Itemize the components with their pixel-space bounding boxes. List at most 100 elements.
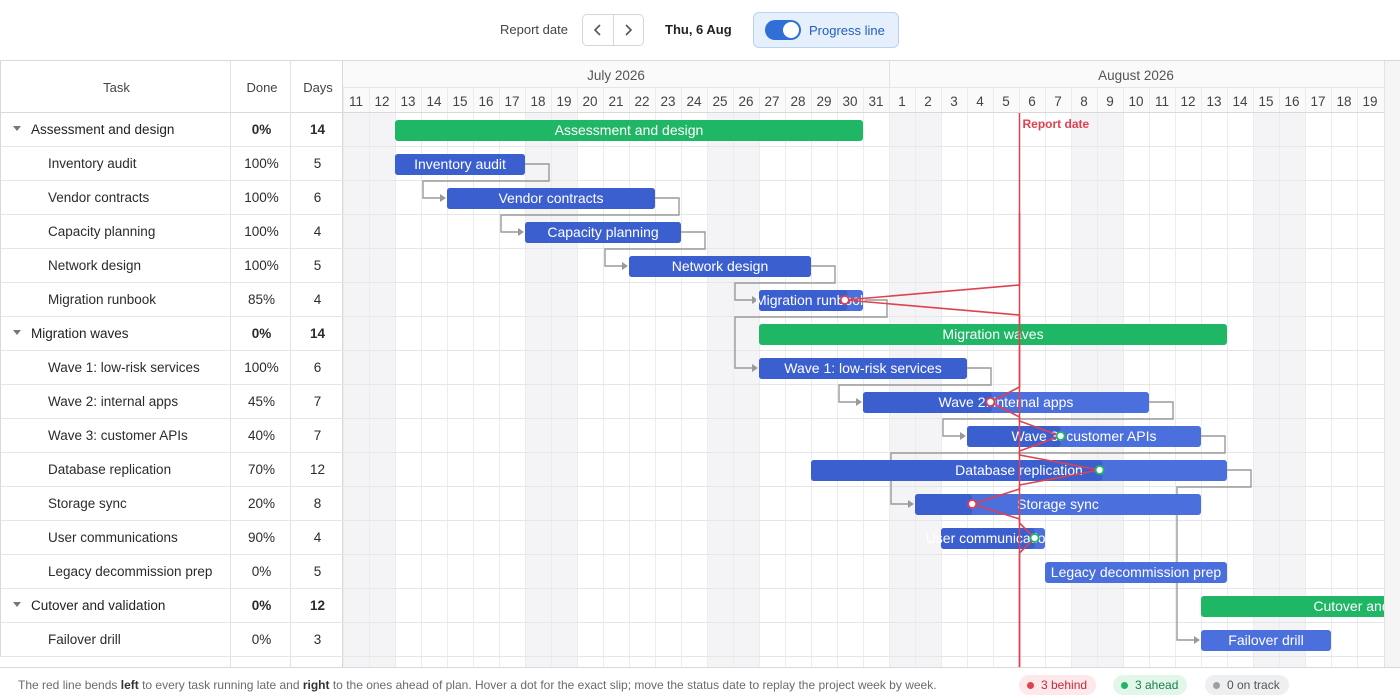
task-row[interactable]: Wave 3: customer APIs 40% 7 [0,419,343,453]
ahead-count-badge[interactable]: 3 ahead [1113,675,1188,695]
day-label: 19 [556,94,571,109]
day-label: 14 [1232,94,1248,109]
report-date-label: Report date [500,22,568,37]
behind-count-badge[interactable]: 3 behind [1019,675,1097,695]
collapse-caret-icon[interactable] [13,602,21,607]
weekend-column [733,113,759,667]
task-row[interactable]: Storage sync 20% 8 [0,487,343,521]
task-done-percent: 100% [244,190,279,205]
task-row[interactable]: Wave 1: low-risk services 100% 6 [0,351,343,385]
task-name: Storage sync [48,496,127,511]
behind-slip-dot[interactable] [967,499,978,509]
day-label: 27 [764,94,779,109]
task-done-percent: 85% [247,292,276,307]
progress-line-label: Progress line [809,22,885,38]
vertical-scrollbar[interactable] [1384,61,1400,667]
task-duration-days: 4 [313,292,322,307]
day-label: 11 [1155,94,1169,109]
task-duration-days: 14 [309,122,326,137]
day-label: 24 [686,94,702,109]
group-row[interactable]: Migration waves 0% 14 [0,317,343,351]
day-label: 23 [660,94,675,109]
bar-label: User communications [926,530,1061,546]
weekend-column [1279,113,1305,667]
day-label: 10 [1128,94,1143,109]
task-duration-days: 14 [309,326,326,341]
day-label: 9 [1106,94,1114,109]
ahead-slip-dot[interactable] [1094,465,1105,475]
behind-slip-dot[interactable] [985,397,996,407]
column-header-done[interactable]: Done [232,61,292,113]
behind-slip-dot[interactable] [839,295,850,305]
on-track-count-badge[interactable]: 0 on track [1205,675,1289,695]
day-label: 13 [400,94,415,109]
column-header-task[interactable]: Task [1,61,232,113]
task-duration-days: 3 [313,632,322,647]
weekend-column [1097,113,1123,667]
bar-label: Cutover and validation [1313,598,1384,614]
column-header-days[interactable]: Days [292,61,344,113]
previous-date-button[interactable] [583,15,613,45]
task-done-percent: 40% [247,428,276,443]
task-row[interactable]: Vendor contracts 100% 6 [0,181,343,215]
dependency-arrow-icon [518,228,524,236]
task-row[interactable]: Legacy decommission prep 0% 5 [0,555,343,589]
day-label: 18 [530,94,545,109]
ahead-slip-dot[interactable] [1055,431,1066,441]
weekend-column [369,113,395,667]
dependency-arrow-icon [440,194,446,202]
day-label: 18 [1336,94,1351,109]
report-date-marker-label: Report date [1023,117,1090,131]
task-done-percent: 100% [244,360,279,375]
dependency-arrow-icon [1194,636,1200,644]
task-row[interactable]: Wave 2: internal apps 45% 7 [0,385,343,419]
task-name: Vendor contracts [48,190,150,205]
task-row[interactable]: Inventory audit 100% 5 [0,147,343,181]
bar-label: Storage sync [1017,496,1099,512]
task-done-percent: 100% [244,156,279,171]
task-name: Migration waves [31,326,129,341]
task-name: Assessment and design [31,122,175,137]
gantt-chart: Task Done Days Assessment and design 0% 14… [0,60,1400,668]
ahead-slip-dot[interactable] [1029,533,1040,543]
task-name: Migration runbook [48,292,157,307]
bar-label: Network design [672,258,769,274]
task-row[interactable]: Capacity planning 100% 4 [0,215,343,249]
footer-help-text: The red line bends left to every task ru… [18,678,937,692]
task-row[interactable]: Network design 100% 5 [0,249,343,283]
day-label: 6 [1028,94,1036,109]
day-label: 7 [1054,94,1062,109]
task-duration-days: 7 [313,428,322,443]
task-duration-days: 5 [313,258,322,273]
task-row[interactable]: Migration runbook 85% 4 [0,283,343,317]
bar-label: Assessment and design [555,122,704,138]
day-label: 8 [1080,94,1088,109]
task-name: Database replication [48,462,172,477]
group-row[interactable]: Cutover and validation 0% 12 [0,589,343,623]
behind-dot-icon [1027,681,1034,689]
next-date-button[interactable] [612,15,643,45]
bar-label: Capacity planning [547,224,658,240]
weekend-column [707,113,733,667]
month-label: August 2026 [1098,68,1174,83]
task-row[interactable]: Failover drill 0% 3 [0,623,343,657]
task-row[interactable]: User communications 90% 4 [0,521,343,555]
collapse-caret-icon[interactable] [13,330,21,335]
day-label: 26 [738,94,753,109]
task-name: Legacy decommission prep [48,564,213,579]
day-label: 12 [374,94,389,109]
task-done-percent: 0% [251,326,272,341]
collapse-caret-icon[interactable] [13,126,21,131]
task-duration-days: 5 [313,156,322,171]
toggle-switch[interactable] [765,20,801,40]
toolbar: Report date Thu, 6 Aug Progress line [0,0,1400,60]
task-row[interactable]: Database replication 70% 12 [0,453,343,487]
task-done-percent: 100% [244,258,279,273]
day-label: 11 [349,94,363,109]
dependency-arrow-icon [856,398,862,406]
progress-line-toggle[interactable]: Progress line [753,12,899,48]
task-name: Network design [48,258,142,273]
bar-label: Wave 1: low-risk services [784,360,941,376]
group-row[interactable]: Assessment and design 0% 14 [0,113,343,147]
dependency-arrow-icon [960,432,966,440]
